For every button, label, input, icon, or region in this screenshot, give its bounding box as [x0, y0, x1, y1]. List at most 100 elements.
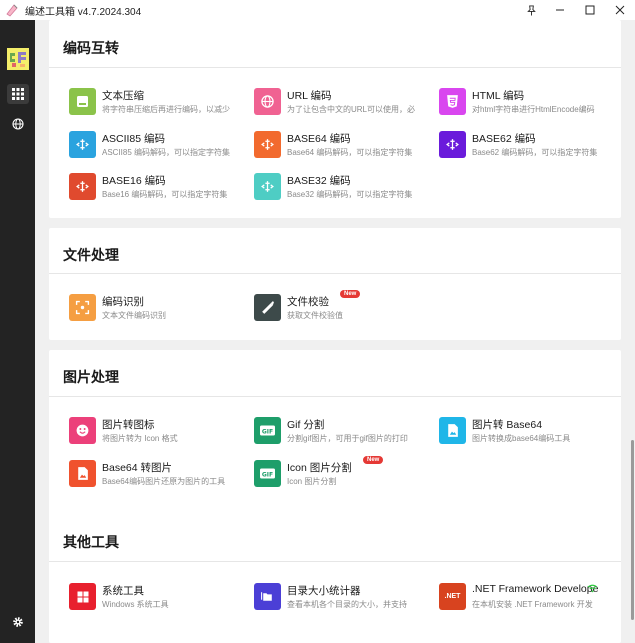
tool-name: Gif 分割: [287, 419, 325, 431]
new-badge: New: [340, 290, 361, 298]
saw-icon: [254, 294, 281, 321]
minimize-button[interactable]: [545, 0, 575, 20]
section-other: 其他工具 系统工具 Windows 系统工具 目录大小统计器 查看本机各个目录的…: [49, 515, 621, 643]
window-title: 编述工具箱 v4.7.2024.304: [25, 6, 142, 18]
app-logo-icon: [7, 48, 29, 70]
tool-desc: Base64编码图片还原为图片的工具: [102, 477, 226, 486]
tool-name: 文本压缩: [102, 90, 144, 102]
app-window: 编述工具箱 v4.7.2024.304 编码互转 文本压缩 将字符串压缩后再进行…: [0, 0, 635, 643]
tool-name: Icon 图片分割: [287, 462, 352, 474]
smile-icon: [69, 417, 96, 444]
tool-desc: Base64 编码解码，可以指定字符集: [287, 148, 413, 157]
tool-name: 图片转图标: [102, 419, 155, 431]
app-logo-icon: [6, 4, 18, 17]
tool-name: URL 编码: [287, 90, 332, 102]
grid-icon: [12, 88, 24, 100]
tool-name: 目录大小统计器: [287, 585, 361, 597]
minimize-icon: [556, 9, 564, 11]
section-title: 图片处理: [63, 369, 119, 385]
close-icon: [615, 5, 625, 15]
tool-image-to-icon[interactable]: 图片转图标 将图片转为 Icon 格式: [63, 417, 233, 447]
section-encoding: 编码互转 文本压缩 将字符串压缩后再进行编码，以减少 URL 编码 为了让包含中…: [49, 20, 621, 218]
tool-desc: 查看本机各个目录的大小，并支持: [287, 600, 407, 609]
tool-desc: 将字符串压缩后再进行编码，以减少: [102, 105, 230, 114]
codec-icon: [254, 131, 281, 158]
divider: [49, 561, 621, 562]
section-image: 图片处理 图片转图标 将图片转为 Icon 格式 GIF Gif 分割 分割gi…: [49, 350, 621, 522]
tool-base62[interactable]: BASE62 编码 Base62 编码解码，可以指定字符集: [433, 131, 603, 161]
tool-desc: Windows 系统工具: [102, 600, 169, 609]
tool-name: HTML 编码: [472, 90, 525, 102]
compress-icon: [69, 88, 96, 115]
sidebar-item-web[interactable]: [7, 114, 29, 134]
folder-icon: [254, 583, 281, 610]
scan-icon: [69, 294, 96, 321]
tool-image-to-base64[interactable]: 图片转 Base64 图片转换成base64编码工具: [433, 417, 603, 447]
tool-base16[interactable]: BASE16 编码 Base16 编码解码，可以指定字符集: [63, 173, 233, 203]
globe-icon: [12, 118, 24, 130]
tool-desc: 文本文件编码识别: [102, 311, 166, 320]
svg-text:GIF: GIF: [262, 429, 273, 436]
tool-desc: ASCII85 编码解码，可以指定字符集: [102, 148, 230, 157]
tool-text-compress[interactable]: 文本压缩 将字符串压缩后再进行编码，以减少: [63, 88, 233, 118]
settings-button[interactable]: [7, 612, 29, 632]
tool-name: ASCII85 编码: [102, 133, 166, 145]
tool-system[interactable]: 系统工具 Windows 系统工具: [63, 583, 233, 613]
tool-gif-split[interactable]: GIF Gif 分割 分割gif图片，可用于gif图片的打印: [248, 417, 418, 447]
new-badge: New: [363, 456, 384, 464]
tool-name: 系统工具: [102, 585, 144, 597]
tool-desc: 分割gif图片，可用于gif图片的打印: [287, 434, 408, 443]
codec-icon: [254, 173, 281, 200]
tool-desc: 对html字符串进行HtmlEncode编码: [472, 105, 595, 114]
tool-desc: 图片转换成base64编码工具: [472, 434, 571, 443]
section-title: 其他工具: [63, 534, 119, 550]
tool-name: BASE64 编码: [287, 133, 351, 145]
tool-desc: 在本机安装 .NET Framework 开发: [472, 600, 593, 609]
sidebar: [0, 20, 35, 643]
tool-desc: 获取文件校验值: [287, 311, 343, 320]
tool-name: BASE32 编码: [287, 175, 351, 187]
tool-desc: Base32 编码解码，可以指定字符集: [287, 190, 413, 199]
maximize-button[interactable]: [575, 0, 605, 20]
tool-base64-to-image[interactable]: Base64 转图片 Base64编码图片还原为图片的工具: [63, 460, 233, 490]
gif-icon: GIF: [254, 417, 281, 444]
title-bar: 编述工具箱 v4.7.2024.304: [0, 0, 635, 20]
divider: [49, 67, 621, 68]
pin-button[interactable]: [517, 0, 545, 20]
svg-text:GIF: GIF: [262, 472, 273, 479]
tool-base64[interactable]: BASE64 编码 Base64 编码解码，可以指定字符集: [248, 131, 418, 161]
sidebar-item-tools[interactable]: [7, 84, 29, 104]
close-button[interactable]: [605, 0, 635, 20]
tool-url-encode[interactable]: URL 编码 为了让包含中文的URL可以使用，必: [248, 88, 418, 118]
tool-desc: Base62 编码解码，可以指定字符集: [472, 148, 598, 157]
tool-name: .NET Framework Develope: [472, 583, 599, 595]
html5-icon: [439, 88, 466, 115]
scrollbar[interactable]: [631, 440, 634, 620]
tool-dotnet-dev[interactable]: .NET .NET Framework Develope 在本机安装 .NET …: [433, 583, 603, 613]
tool-html-encode[interactable]: HTML 编码 对html字符串进行HtmlEncode编码: [433, 88, 603, 118]
codec-icon: [69, 173, 96, 200]
codec-icon: [439, 131, 466, 158]
tool-name: Base64 转图片: [102, 462, 173, 474]
windows-icon: [69, 583, 96, 610]
globe-icon: [254, 88, 281, 115]
main-content: 编码互转 文本压缩 将字符串压缩后再进行编码，以减少 URL 编码 为了让包含中…: [35, 20, 635, 643]
image-file-icon: [69, 460, 96, 487]
gif-icon: GIF: [254, 460, 281, 487]
tool-encoding-detect[interactable]: 编码识别 文本文件编码识别: [63, 294, 233, 324]
section-title: 文件处理: [63, 247, 119, 263]
section-title: 编码互转: [63, 40, 119, 56]
tool-desc: 将图片转为 Icon 格式: [102, 434, 178, 443]
tool-file-checksum[interactable]: 文件校验 New 获取文件校验值: [248, 290, 418, 324]
tool-base32[interactable]: BASE32 编码 Base32 编码解码，可以指定字符集: [248, 173, 418, 203]
tool-name: 文件校验: [287, 296, 329, 308]
pin-icon: [526, 4, 536, 16]
tool-dir-size[interactable]: 目录大小统计器 查看本机各个目录的大小，并支持: [248, 583, 418, 613]
wifi-icon: [587, 584, 598, 593]
divider: [49, 396, 621, 397]
dotnet-icon-text: .NET: [444, 593, 461, 600]
tool-desc: Icon 图片分割: [287, 477, 337, 486]
dotnet-icon: .NET: [439, 583, 466, 610]
tool-ascii85[interactable]: ASCII85 编码 ASCII85 编码解码，可以指定字符集: [63, 131, 233, 161]
tool-icon-split[interactable]: GIF Icon 图片分割 New Icon 图片分割: [248, 456, 418, 490]
